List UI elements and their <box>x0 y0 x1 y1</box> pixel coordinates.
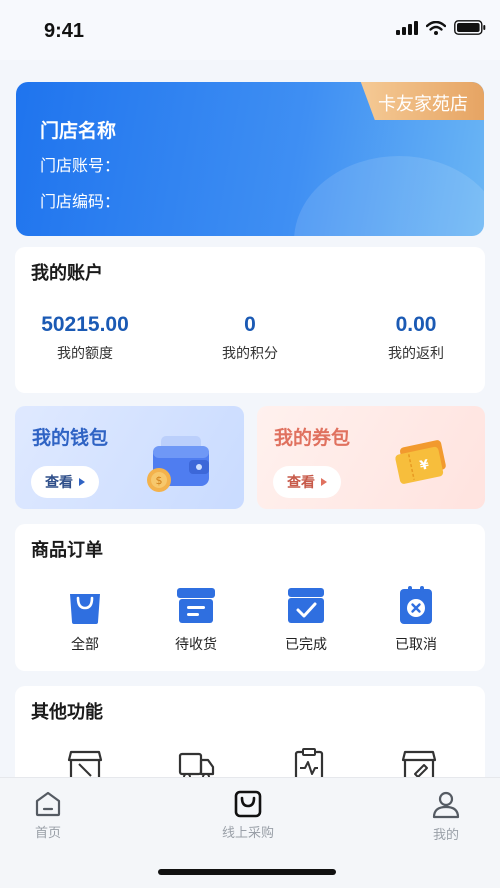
order-all[interactable]: 全部 <box>40 584 130 654</box>
status-time: 9:41 <box>44 20 85 42</box>
svg-text:$: $ <box>156 474 163 487</box>
order-label: 全部 <box>71 637 99 653</box>
order-pending[interactable]: 待收货 <box>151 584 241 654</box>
cancel-clipboard-icon <box>400 586 432 624</box>
tab-label: 我的 <box>432 828 459 843</box>
stat-value: 0.00 <box>395 313 437 336</box>
account-title: 我的账户 <box>31 263 103 284</box>
home-indicator[interactable] <box>158 869 336 875</box>
stat-label: 我的积分 <box>222 346 278 362</box>
user-icon <box>432 791 460 819</box>
stat-value: 0 <box>244 313 256 336</box>
tab-me[interactable]: 我的 <box>386 790 500 843</box>
bag-icon <box>234 790 262 818</box>
order-label: 待收货 <box>175 637 217 653</box>
store-card: 卡友家苑店 门店名称 门店账号： 门店编码： <box>16 82 484 236</box>
orders-title: 商品订单 <box>31 540 103 561</box>
tab-online-purchase[interactable]: 线上采购 <box>188 790 308 841</box>
store-name: 门店名称 <box>40 120 117 142</box>
shopping-bag-icon <box>70 594 100 624</box>
store-code-label: 门店编码： <box>40 192 121 211</box>
home-icon <box>35 791 61 817</box>
order-cancelled[interactable]: 已取消 <box>371 584 461 654</box>
stat-value: 50215.00 <box>41 313 129 336</box>
tab-home[interactable]: 首页 <box>0 790 108 841</box>
wallet-view-label: 查看 <box>45 475 73 491</box>
box-icon <box>177 588 215 623</box>
arrow-right-icon <box>79 478 85 486</box>
store-badge-label: 卡友家苑店 <box>378 94 468 115</box>
wallet-title: 我的钱包 <box>32 427 109 449</box>
status-icons <box>396 20 486 35</box>
status-bar: 9:41 <box>0 0 500 60</box>
orders-card: 商品订单 全部 待收货 已完成 已取消 <box>15 524 485 671</box>
coupon-ticket-icon: ¥ <box>395 440 446 484</box>
wallet-view-button[interactable]: 查看 <box>31 466 99 498</box>
wifi-icon <box>426 20 446 35</box>
tab-label: 首页 <box>34 826 61 841</box>
wallet-card[interactable]: 我的钱包 查看 $ <box>15 406 244 509</box>
coupon-view-label: 查看 <box>287 475 315 491</box>
tab-label: 线上采购 <box>221 826 274 841</box>
battery-icon <box>454 20 486 35</box>
arrow-right-icon <box>321 478 327 486</box>
other-title: 其他功能 <box>31 702 103 723</box>
coupon-view-button[interactable]: 查看 <box>273 466 341 498</box>
account-card: 我的账户 50215.00 我的额度 0 我的积分 0.00 我的返利 <box>15 247 485 393</box>
decor-circle <box>294 156 484 236</box>
stat-credit[interactable]: 50215.00 我的额度 <box>10 313 160 363</box>
stat-points[interactable]: 0 我的积分 <box>175 313 325 363</box>
store-badge[interactable]: 卡友家苑店 <box>360 82 484 120</box>
stat-label: 我的返利 <box>388 346 444 362</box>
signal-icon <box>396 20 418 35</box>
order-completed[interactable]: 已完成 <box>261 584 351 654</box>
coupon-card[interactable]: 我的券包 查看 ¥ <box>257 406 485 509</box>
stat-rebate[interactable]: 0.00 我的返利 <box>341 313 491 363</box>
store-account-label: 门店账号： <box>40 156 121 175</box>
stat-label: 我的额度 <box>57 346 113 362</box>
check-box-icon <box>288 588 324 623</box>
wallet-icon: $ <box>147 436 209 492</box>
coupon-title: 我的券包 <box>274 427 351 449</box>
order-label: 已完成 <box>285 637 327 653</box>
order-label: 已取消 <box>395 637 437 653</box>
